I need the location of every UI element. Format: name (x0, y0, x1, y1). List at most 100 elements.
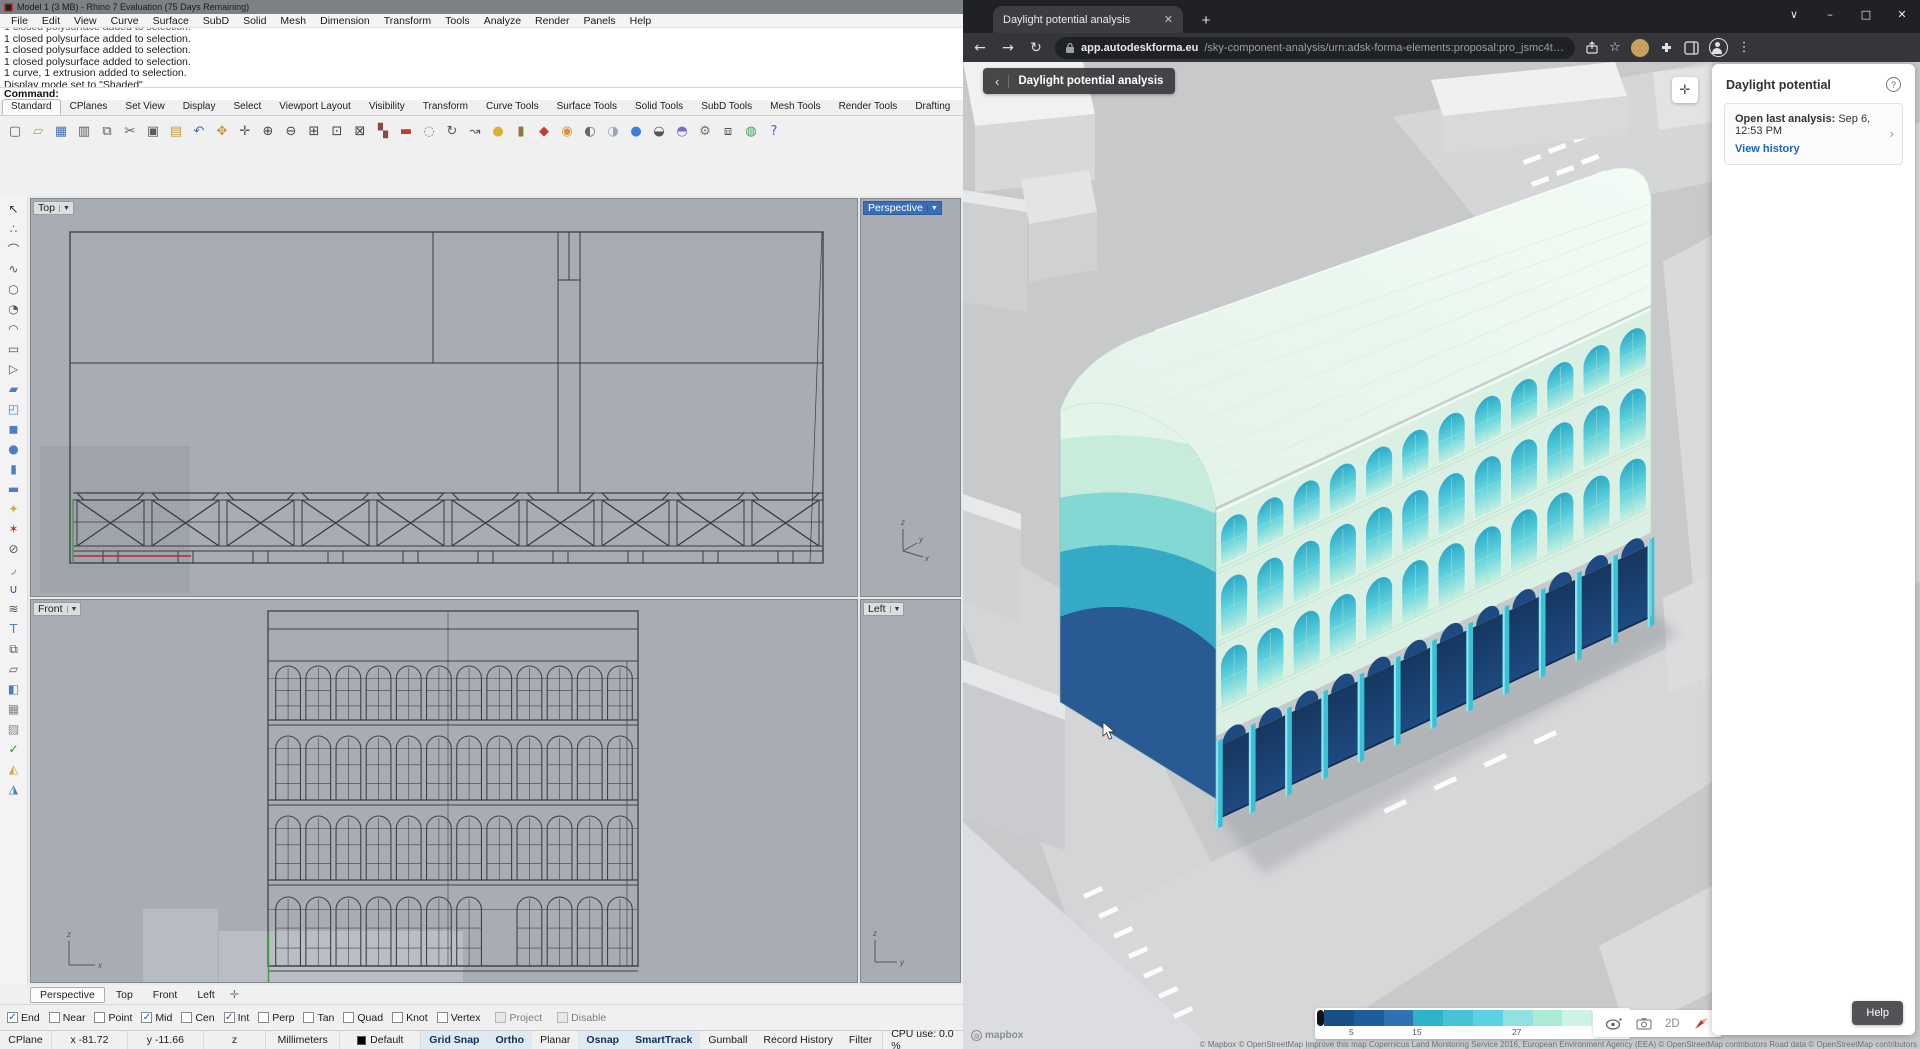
print-icon[interactable]: ▥ (73, 121, 95, 143)
side-panel-icon[interactable] (1684, 41, 1699, 55)
checkbox[interactable] (224, 1012, 235, 1023)
reload-icon[interactable]: ↻ (1027, 40, 1045, 56)
rhino-menu-item[interactable]: Analyze (477, 15, 528, 27)
checkbox[interactable] (94, 1012, 105, 1023)
lamp-icon[interactable]: ● (487, 121, 509, 143)
copy-icon[interactable]: ▣ (142, 121, 164, 143)
layer-cell[interactable]: Default (340, 1031, 421, 1049)
viewport-tab[interactable]: Left (188, 988, 224, 1002)
status-toggle[interactable]: Gumball (700, 1031, 755, 1049)
rhino-menu-item[interactable]: Surface (146, 15, 196, 27)
rhino-menu-item[interactable]: Tools (438, 15, 477, 27)
points-icon[interactable]: ∴ (3, 219, 25, 239)
mapbox-logo[interactable]: ◍mapbox (971, 1030, 1023, 1041)
zoom-extents-icon[interactable]: ⊠ (349, 121, 371, 143)
viewport-top-label[interactable]: Top▼ (33, 201, 74, 215)
panel-help-icon[interactable]: ? (1886, 77, 1901, 92)
array-icon[interactable]: ⧉ (3, 639, 25, 659)
viewport-left[interactable]: Left▼ z y (860, 599, 961, 983)
toolbar-tab[interactable]: Viewport Layout (270, 99, 360, 115)
solid-tools-icon[interactable]: ◧ (3, 679, 25, 699)
toolbar-tab[interactable]: CPlanes (61, 99, 117, 115)
rotate-view-icon[interactable]: ↻ (441, 121, 463, 143)
units-cell[interactable]: Millimeters (266, 1031, 340, 1049)
perspective-viewport-canvas[interactable]: z y x (861, 199, 960, 596)
ghosted-mode-icon[interactable]: ◑ (602, 121, 624, 143)
viewport-tab[interactable]: Perspective (30, 987, 105, 1003)
checkbox[interactable] (181, 1012, 192, 1023)
window-control-button[interactable]: □ (1848, 0, 1884, 28)
rhino-menu-item[interactable]: Render (528, 15, 576, 27)
toolbar-tab[interactable]: Transform (414, 99, 477, 115)
rectangle-icon[interactable]: ▭ (3, 339, 25, 359)
shade-obj-icon[interactable]: ◭ (3, 759, 25, 779)
osnap-toggle[interactable]: Quad (343, 1012, 383, 1024)
add-viewport-tab-icon[interactable]: ✛ (226, 988, 243, 1001)
settings-gear-icon[interactable]: ⚙ (694, 121, 716, 143)
osnap-toggle[interactable]: Point (94, 1012, 132, 1024)
viewport-top[interactable]: Top▼ (30, 198, 858, 597)
osnap-toggle[interactable]: Disable (557, 1012, 606, 1024)
undo-icon[interactable]: ↶ (188, 121, 210, 143)
zoom-window-icon[interactable]: ⊞ (303, 121, 325, 143)
cplane-selector[interactable]: CPlane (0, 1031, 52, 1049)
box-icon[interactable]: ◼ (3, 419, 25, 439)
boolean-icon[interactable]: ✦ (3, 499, 25, 519)
bookmark-star-icon[interactable]: ☆ (1609, 40, 1621, 55)
curve-icon[interactable]: ∿ (3, 259, 25, 279)
viewport-perspective[interactable]: Perspective▼ z y x (860, 198, 961, 597)
view-history-link[interactable]: View history (1735, 143, 1892, 155)
rhino-menu-item[interactable]: Curve (104, 15, 146, 27)
browser-menu-icon[interactable]: ⋮ (1738, 40, 1751, 55)
toolbar-tab[interactable]: Render Tools (830, 99, 907, 115)
osnap-toggle[interactable]: Near (49, 1012, 86, 1024)
new-file-icon[interactable]: ▢ (4, 121, 26, 143)
surface-icon[interactable]: ▰ (3, 379, 25, 399)
select-arrow-icon[interactable]: ↖ (3, 199, 25, 219)
zoom-icon[interactable]: ⊕ (257, 121, 279, 143)
osnap-toggle[interactable]: Tan (303, 1012, 334, 1024)
toolbar-tab[interactable]: Select (225, 99, 271, 115)
forward-icon[interactable]: → (999, 40, 1017, 56)
viewport-left-label[interactable]: Left▼ (863, 602, 904, 616)
eraser-icon[interactable]: ▬ (395, 121, 417, 143)
rendered-mode-icon[interactable]: ● (625, 121, 647, 143)
rhino-menu-item[interactable]: Panels (577, 15, 623, 27)
checkbox[interactable] (392, 1012, 403, 1023)
osnap-toggle[interactable]: End (7, 1012, 40, 1024)
new-tab-button[interactable]: + (1195, 9, 1217, 31)
toolbar-tab[interactable]: SubD Tools (692, 99, 761, 115)
profile-avatar[interactable] (1631, 39, 1649, 57)
group-icon[interactable]: ⧈ (717, 121, 739, 143)
status-toggle[interactable]: Planar (532, 1031, 578, 1049)
arc-icon[interactable]: ◠ (3, 319, 25, 339)
osnap-toggle[interactable]: Vertex (437, 1012, 481, 1024)
plane-icon[interactable]: ▬ (3, 479, 25, 499)
checkbox[interactable] (557, 1012, 568, 1023)
toolbar-tab[interactable]: Mesh Tools (761, 99, 829, 115)
multi-sphere-icon[interactable]: ◉ (556, 121, 578, 143)
rhino-menu-item[interactable]: Help (623, 15, 659, 27)
user-avatar-icon[interactable] (1709, 38, 1728, 57)
toolbar-tab[interactable]: Curve Tools (477, 99, 548, 115)
toolbar-tab[interactable]: Drafting (906, 99, 959, 115)
rhino-menu-item[interactable]: Transform (377, 15, 438, 27)
trim-icon[interactable]: ⊘ (3, 539, 25, 559)
toolbar-tab[interactable]: Standard (2, 99, 61, 115)
hide-icon[interactable]: ◌ (418, 121, 440, 143)
viewport-layout-icon[interactable]: ▚ (372, 121, 394, 143)
checkbox[interactable] (141, 1012, 152, 1023)
chevron-down-icon[interactable]: ▼ (927, 205, 941, 212)
window-control-button[interactable]: – (1812, 0, 1848, 28)
status-toggle[interactable]: Ortho (487, 1031, 532, 1049)
browser-tab[interactable]: Daylight potential analysis ✕ (993, 6, 1183, 33)
cone-icon[interactable]: ◮ (3, 779, 25, 799)
status-toggle[interactable]: Record History (755, 1031, 840, 1049)
chevron-down-icon[interactable]: ▼ (890, 606, 904, 613)
osnap-toggle[interactable]: Project (495, 1012, 542, 1024)
toolbar-tab[interactable]: Surface Tools (548, 99, 626, 115)
move-icon[interactable]: ✛ (234, 121, 256, 143)
extrude-icon[interactable]: T (3, 619, 25, 639)
rhino-menu-item[interactable]: SubD (196, 15, 236, 27)
ellipse-icon[interactable]: ◔ (3, 299, 25, 319)
